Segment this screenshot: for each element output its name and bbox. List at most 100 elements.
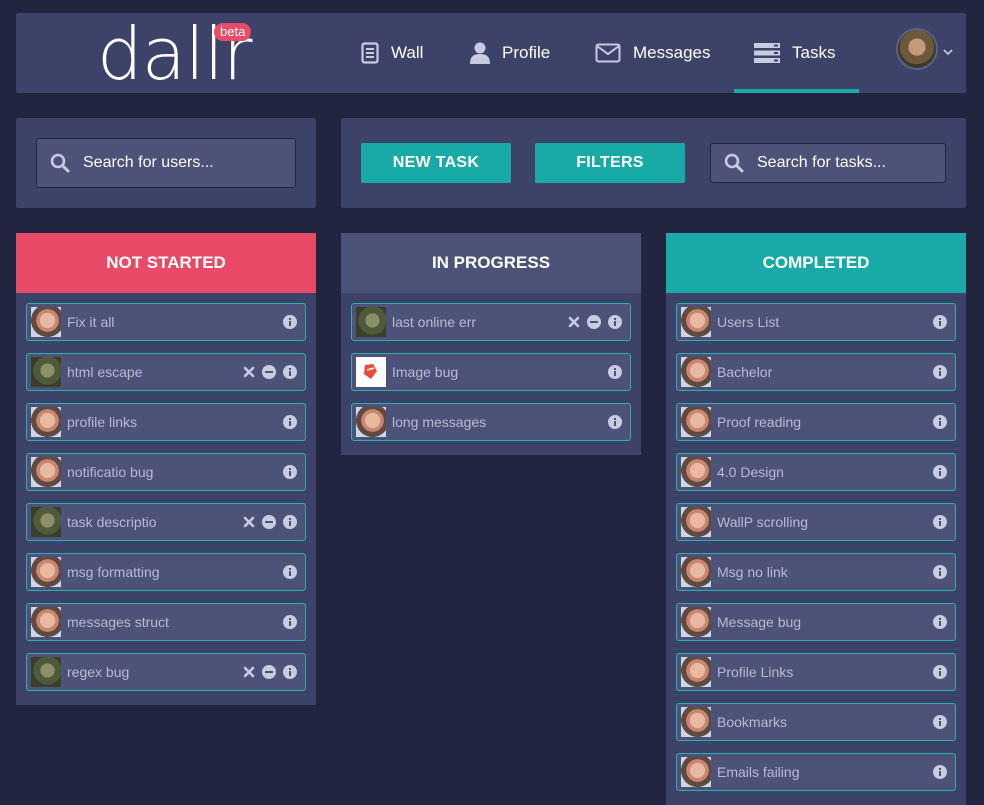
info-icon[interactable] [933,715,947,729]
assignee-avatar [681,557,711,587]
task-label: Msg no link [717,564,788,580]
task-card[interactable]: Users List [676,303,956,341]
column-in-progress: IN PROGRESS last online err Image bug long… [341,233,641,455]
task-label: Bookmarks [717,714,788,730]
info-icon[interactable] [933,465,947,479]
task-card[interactable]: Bachelor [676,353,956,391]
column-title: COMPLETED [666,233,966,293]
task-card[interactable]: Bookmarks [676,703,956,741]
task-label: notificatio bug [67,464,154,480]
task-card[interactable]: Fix it all [26,303,306,341]
task-card[interactable]: task descriptio [26,503,306,541]
task-card[interactable]: notificatio bug [26,453,306,491]
task-label: last online err [392,314,477,330]
column-completed: COMPLETED Users List Bachelor Proof readin… [666,233,966,805]
user-search-input[interactable]: Search for users... [36,138,296,188]
beta-badge: beta [214,23,252,41]
task-label: WallP scrolling [717,514,809,530]
info-icon[interactable] [933,515,947,529]
info-icon[interactable] [933,365,947,379]
new-task-button[interactable]: NEW TASK [361,143,511,183]
assignee-avatar [31,457,61,487]
info-icon[interactable] [933,565,947,579]
info-icon[interactable] [933,765,947,779]
task-card[interactable]: Proof reading [676,403,956,441]
assignee-avatar [681,707,711,737]
assignee-avatar [356,407,386,437]
task-list: last online err Image bug long messages [341,293,641,455]
info-icon[interactable] [283,415,297,429]
task-card[interactable]: Profile Links [676,653,956,691]
info-icon[interactable] [283,565,297,579]
info-icon[interactable] [933,665,947,679]
task-list: Fix it all html escape profile links notifi… [16,293,316,705]
nav-tasks-label: Tasks [792,43,836,62]
user-search-placeholder: Search for users... [83,154,214,171]
info-icon[interactable] [608,415,622,429]
nav-profile[interactable]: Profile [470,13,550,93]
task-label: regex bug [67,664,130,680]
task-card[interactable]: long messages [351,403,631,441]
minus-circle-icon[interactable] [262,365,276,379]
task-card[interactable]: msg formatting [26,553,306,591]
tasks-icon [754,43,780,63]
task-card[interactable]: last online err [351,303,631,341]
info-icon[interactable] [283,315,297,329]
assignee-avatar [356,307,386,337]
chevron-down-icon[interactable] [943,43,953,61]
info-icon[interactable] [283,615,297,629]
column-title: IN PROGRESS [341,233,641,293]
task-label: msg formatting [67,564,160,580]
task-label: messages struct [67,614,169,630]
info-icon[interactable] [933,615,947,629]
task-card[interactable]: Image bug [351,353,631,391]
assignee-avatar [681,357,711,387]
assignee-avatar [31,407,61,437]
user-avatar[interactable] [896,28,938,70]
assignee-avatar [31,607,61,637]
column-not-started: NOT STARTED Fix it all html escape profile… [16,233,316,705]
minus-circle-icon[interactable] [587,315,601,329]
nav-tasks[interactable]: Tasks [733,13,861,93]
info-icon[interactable] [933,315,947,329]
remove-icon[interactable] [243,666,255,678]
info-icon[interactable] [933,415,947,429]
task-card[interactable]: regex bug [26,653,306,691]
assignee-avatar [356,357,386,387]
task-label: Message bug [717,614,802,630]
task-label: Bachelor [717,364,773,380]
info-icon[interactable] [283,465,297,479]
info-icon[interactable] [283,515,297,529]
top-navbar: dallr beta Wall Profile Messages Tasks [16,13,966,95]
assignee-avatar [681,307,711,337]
assignee-avatar [681,657,711,687]
task-label: 4.0 Design [717,464,784,480]
nav-profile-label: Profile [502,43,551,62]
task-card[interactable]: Message bug [676,603,956,641]
nav-messages[interactable]: Messages [595,13,710,93]
task-card[interactable]: html escape [26,353,306,391]
task-label: html escape [67,364,143,380]
task-card[interactable]: WallP scrolling [676,503,956,541]
filters-button[interactable]: FILTERS [535,143,685,183]
task-card[interactable]: Msg no link [676,553,956,591]
info-icon[interactable] [283,665,297,679]
user-search-panel: Search for users... [16,118,316,208]
minus-circle-icon[interactable] [262,665,276,679]
minus-circle-icon[interactable] [262,515,276,529]
assignee-avatar [31,557,61,587]
task-card[interactable]: messages struct [26,603,306,641]
info-icon[interactable] [283,365,297,379]
task-search-input[interactable]: Search for tasks... [710,143,946,183]
column-title: NOT STARTED [16,233,316,293]
remove-icon[interactable] [568,316,580,328]
remove-icon[interactable] [243,516,255,528]
nav-wall[interactable]: Wall [361,13,423,93]
assignee-avatar [31,507,61,537]
task-card[interactable]: 4.0 Design [676,453,956,491]
task-card[interactable]: profile links [26,403,306,441]
task-card[interactable]: Emails failing [676,753,956,791]
info-icon[interactable] [608,365,622,379]
info-icon[interactable] [608,315,622,329]
remove-icon[interactable] [243,366,255,378]
